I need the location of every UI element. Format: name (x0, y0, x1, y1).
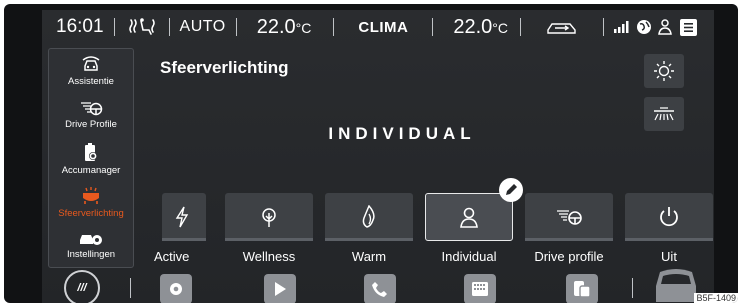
sidebar-item-sfeerverlichting[interactable]: Sfeerverlichting (49, 181, 133, 225)
drive-profile-icon (557, 210, 582, 225)
mode-card-wellness[interactable] (225, 193, 313, 241)
temp-right[interactable]: 22.0°C (453, 16, 508, 39)
bolt-icon (175, 206, 189, 228)
clock: 16:01 (56, 16, 104, 37)
footwell-light-icon (654, 107, 674, 121)
car-air-recirculation-icon[interactable] (545, 18, 579, 36)
home-button[interactable]: /// (64, 270, 100, 303)
mode-label-active: Active (154, 249, 190, 264)
settings-button[interactable] (160, 274, 192, 303)
car-settings-icon (80, 235, 102, 245)
display-frame: 16:01 AUTO 22.0°C CLIMA 22.0°C Assistent… (4, 4, 738, 303)
mode-label-drive-profile: Drive profile (534, 249, 604, 264)
sidebar-item-label: Sfeerverlichting (58, 208, 124, 219)
phone-projection-icon (574, 281, 591, 298)
temp-left-value: 22.0 (256, 15, 296, 38)
temp-left-unit: °C (295, 19, 312, 36)
settings-icon (170, 283, 182, 295)
page-title: Sfeerverlichting (160, 58, 289, 77)
divider (632, 278, 633, 298)
menu-icon[interactable] (680, 18, 698, 36)
sidebar-item-assistentie[interactable]: Assistentie (49, 49, 133, 93)
seat-heating-icon[interactable] (125, 17, 159, 37)
play-icon (275, 282, 286, 296)
bottom-dock: /// (42, 268, 714, 303)
drive-profile-icon (81, 102, 103, 116)
divider (235, 18, 237, 36)
car-assist-icon (82, 56, 100, 71)
smartlink-button[interactable] (566, 274, 598, 303)
flame-icon (362, 205, 375, 228)
sidebar-item-label: Assistentie (68, 76, 114, 87)
sidebar-item-instellingen[interactable]: Instellingen (49, 223, 133, 267)
brightness-button[interactable] (644, 54, 684, 88)
divider (520, 18, 522, 36)
auto-climate-toggle[interactable]: AUTO (180, 18, 226, 36)
mode-label-warm: Warm (351, 249, 387, 264)
divider (168, 18, 170, 36)
signal-icon (614, 21, 630, 33)
sidebar: Assistentie Drive Profile Accumanager Sf… (48, 48, 134, 268)
sidebar-item-label: Drive Profile (65, 119, 117, 130)
card-indicator (625, 238, 713, 241)
reference-code: B5F-1409 (694, 293, 738, 303)
temp-right-unit: °C (492, 19, 509, 36)
battery-gear-icon (85, 143, 97, 161)
user-profile-icon[interactable] (658, 19, 674, 35)
temp-right-value: 22.0 (453, 15, 493, 38)
edit-button[interactable] (499, 178, 523, 202)
card-indicator (162, 238, 206, 241)
pencil-icon (506, 184, 517, 195)
divider (603, 18, 605, 36)
app-grid-icon (472, 282, 488, 296)
media-button[interactable] (264, 274, 296, 303)
sidebar-item-accumanager[interactable]: Accumanager (49, 137, 133, 181)
card-indicator (525, 238, 613, 241)
divider (432, 18, 434, 36)
card-indicator (225, 238, 313, 241)
mode-card-uit[interactable] (625, 193, 713, 241)
mode-card-warm[interactable] (325, 193, 413, 241)
divider (333, 18, 335, 36)
divider (113, 18, 115, 36)
mode-label-wellness: Wellness (242, 249, 296, 264)
clima-button[interactable]: CLIMA (358, 19, 408, 36)
globe-icon (636, 19, 652, 35)
sidebar-item-label: Instellingen (66, 249, 116, 260)
mode-label-individual: Individual (441, 249, 497, 264)
person-icon (460, 207, 478, 228)
power-icon (660, 207, 678, 227)
mode-label-uit: Uit (661, 249, 677, 264)
leaf-icon (262, 208, 276, 227)
divider (130, 278, 131, 298)
vehicle-button[interactable] (652, 268, 700, 303)
phone-button[interactable] (364, 274, 396, 303)
infotainment-screen: 16:01 AUTO 22.0°C CLIMA 22.0°C Assistent… (42, 10, 714, 303)
footwell-light-button[interactable] (644, 97, 684, 131)
apps-button[interactable] (464, 274, 496, 303)
brightness-icon (654, 61, 674, 81)
ambient-light-icon (83, 187, 99, 204)
current-mode-label: INDIVIDUAL (328, 124, 476, 143)
sidebar-item-label: Accumanager (61, 165, 121, 176)
temp-left[interactable]: 22.0°C (257, 16, 312, 39)
phone-icon (372, 282, 387, 297)
car-icon (656, 269, 696, 302)
card-indicator (325, 238, 413, 241)
mode-card-active[interactable] (162, 193, 206, 241)
status-bar: 16:01 AUTO 22.0°C CLIMA 22.0°C (42, 10, 714, 44)
sidebar-item-drive-profile[interactable]: Drive Profile (49, 93, 133, 137)
mode-card-individual[interactable] (425, 193, 513, 241)
mode-card-drive-profile[interactable] (525, 193, 613, 241)
